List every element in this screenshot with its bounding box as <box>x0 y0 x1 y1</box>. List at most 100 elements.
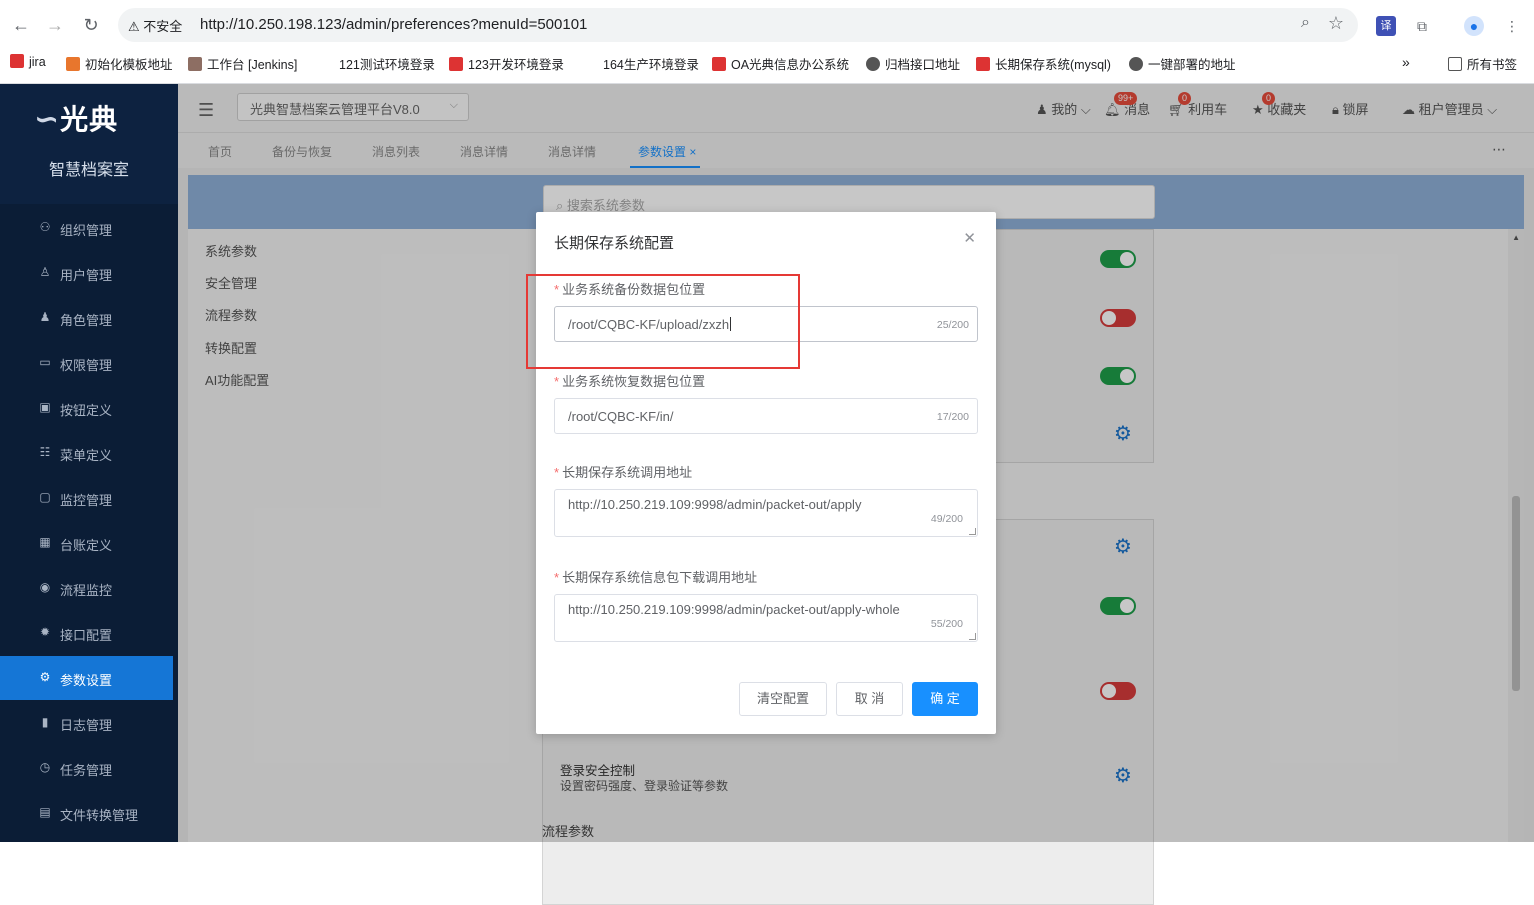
invoke-url-textarea[interactable]: http://10.250.219.109:9998/admin/packet-… <box>554 489 978 537</box>
char-count: 49/200 <box>930 513 963 525</box>
blank-icon <box>584 57 598 71</box>
restore-path-input[interactable]: /root/CQBC-KF/in/ 17/200 <box>554 398 978 434</box>
sidebar-item[interactable]: ▢ 监控管理 <box>0 476 173 520</box>
close-icon[interactable]: ✕ <box>963 229 976 247</box>
sidebar-item[interactable]: ♙ 用户管理 <box>0 251 173 295</box>
sidebar-item-label: 用户管理 <box>60 268 113 283</box>
menu-icon: ▤ <box>39 805 51 819</box>
sidebar-item[interactable]: ♟ 角色管理 <box>0 296 173 340</box>
menu-icon: ☷ <box>39 445 51 459</box>
menu-icon: ⚇ <box>39 220 51 234</box>
bookmark-item[interactable]: jira <box>10 54 46 69</box>
sidebar-item-label: 角色管理 <box>60 313 113 328</box>
site-icon <box>712 57 726 71</box>
sidebar-item[interactable]: ⚇ 组织管理 <box>0 206 173 250</box>
omnibox[interactable]: ⚠ 不安全 http://10.250.198.123/admin/prefer… <box>118 8 1358 42</box>
gitlab-icon <box>66 57 80 71</box>
sidebar-item-label: 文件转换管理 <box>60 808 139 823</box>
sidebar-item-label: 日志管理 <box>60 718 113 733</box>
logo-subtitle: 智慧档案室 <box>48 162 129 179</box>
sidebar-item-label: 监控管理 <box>60 493 113 508</box>
puzzle-icon[interactable]: ⧉ <box>1412 16 1432 36</box>
sidebar-item-label: 接口配置 <box>60 628 113 643</box>
menu-icon: ▣ <box>39 400 51 414</box>
menu-icon: ▢ <box>39 490 51 504</box>
sidebar-item-label: 按钮定义 <box>60 403 113 418</box>
menu-icon: ▦ <box>39 535 51 549</box>
menu-icon: ◷ <box>39 760 51 774</box>
resize-grip-icon[interactable] <box>969 528 976 535</box>
bookmark-item[interactable]: 123开发环境登录 <box>449 54 564 73</box>
back-icon[interactable]: ← <box>10 14 32 36</box>
forward-icon[interactable]: → <box>44 14 66 36</box>
dialog-title: 长期保存系统配置 <box>554 235 675 252</box>
menu-icon: ⚙ <box>39 670 51 684</box>
menu-dots-icon[interactable]: ⋮ <box>1502 16 1522 36</box>
confirm-button[interactable]: 确 定 <box>912 682 978 716</box>
field-label: * 业务系统恢复数据包位置 <box>554 374 706 389</box>
bookmark-item[interactable]: 初始化模板地址 <box>66 54 173 73</box>
zoom-icon[interactable]: ⌕ <box>1301 14 1310 32</box>
profile-icon[interactable]: ● <box>1464 16 1484 36</box>
bookmark-item[interactable]: OA光典信息办公系统 <box>712 54 849 73</box>
sidebar-item[interactable]: ▣ 按钮定义 <box>0 386 173 430</box>
all-bookmarks[interactable]: 所有书签 <box>1448 54 1517 73</box>
cancel-button[interactable]: 取 消 <box>836 682 903 716</box>
menu-icon: ◉ <box>39 580 51 594</box>
security-indicator[interactable]: ⚠ 不安全 <box>128 16 182 35</box>
sidebar-item-label: 权限管理 <box>60 358 113 373</box>
menu-icon: ✹ <box>39 625 51 639</box>
sidebar-item-label: 组织管理 <box>60 223 113 238</box>
bookmark-item[interactable]: 长期保存系统(mysql) <box>976 54 1111 73</box>
sidebar-item-label: 参数设置 <box>60 673 113 688</box>
blank-icon <box>320 57 334 71</box>
sidebar-item[interactable]: ◷ 任务管理 <box>0 746 173 790</box>
clear-config-button[interactable]: 清空配置 <box>739 682 827 716</box>
reload-icon[interactable]: ↻ <box>80 14 102 36</box>
url-text[interactable]: http://10.250.198.123/admin/preferences?… <box>200 16 587 33</box>
download-url-textarea[interactable]: http://10.250.219.109:9998/admin/packet-… <box>554 594 978 642</box>
sidebar-item-label: 台账定义 <box>60 538 113 553</box>
sidebar-item[interactable]: ▮ 日志管理 <box>0 701 173 745</box>
bookmark-item[interactable]: 归档接口地址 <box>866 54 960 73</box>
annotation-highlight-box <box>526 274 800 369</box>
bookmark-item[interactable]: 121测试环境登录 <box>320 54 435 73</box>
jira-icon <box>10 54 24 68</box>
resize-grip-icon[interactable] <box>969 633 976 640</box>
globe-icon <box>1129 57 1143 71</box>
sidebar-item-label: 任务管理 <box>60 763 113 778</box>
jenkins-icon <box>188 57 202 71</box>
address-row: ← → ↻ ⚠ 不安全 http://10.250.198.123/admin/… <box>0 6 1534 44</box>
logo-mark: ∽光典 <box>34 103 119 136</box>
sidebar-item[interactable]: ⚙ 参数设置 <box>0 656 173 700</box>
bookmark-item[interactable]: 164生产环境登录 <box>584 54 699 73</box>
sidebar-item-label: 流程监控 <box>60 583 113 598</box>
menu-icon: ♙ <box>39 265 51 279</box>
sidebar-item[interactable]: ☷ 菜单定义 <box>0 431 173 475</box>
bookmarks-overflow-icon[interactable]: » <box>1402 54 1410 70</box>
char-count: 55/200 <box>930 618 963 630</box>
menu-icon: ▮ <box>41 715 49 729</box>
bookmark-item[interactable]: 工作台 [Jenkins] <box>188 54 297 73</box>
site-icon <box>449 57 463 71</box>
sidebar-item-label: 菜单定义 <box>60 448 113 463</box>
folder-icon <box>1448 57 1462 71</box>
sidebar-item[interactable]: ▭ 权限管理 <box>0 341 173 385</box>
sidebar: ∽光典 智慧档案室 ⚇ 组织管理 ♙ 用户管理 ♟ 角色管理 ▭ 权限管理 ▣ 按钮定义 ☷ 菜单定义… <box>0 84 178 842</box>
site-icon <box>976 57 990 71</box>
menu-icon: ▭ <box>39 355 51 369</box>
logo: ∽光典 智慧档案室 <box>0 84 178 204</box>
sidebar-item[interactable]: ▤ 文件转换管理 <box>0 791 173 835</box>
extension-icon[interactable]: 译 <box>1376 16 1396 36</box>
sidebar-item[interactable]: ◉ 流程监控 <box>0 566 173 610</box>
browser-chrome: ← → ↻ ⚠ 不安全 http://10.250.198.123/admin/… <box>0 0 1534 84</box>
bookmark-item[interactable]: 一键部署的地址 <box>1129 54 1236 73</box>
sidebar-item[interactable]: ▦ 台账定义 <box>0 521 173 565</box>
globe-icon <box>866 57 880 71</box>
char-count: 17/200 <box>936 411 969 423</box>
sidebar-item[interactable]: ✹ 接口配置 <box>0 611 173 655</box>
bookmark-star-icon[interactable]: ☆ <box>1328 13 1344 34</box>
char-count: 25/200 <box>936 319 969 331</box>
menu-icon: ♟ <box>39 310 51 324</box>
field-label: * 长期保存系统信息包下载调用地址 <box>554 570 758 585</box>
